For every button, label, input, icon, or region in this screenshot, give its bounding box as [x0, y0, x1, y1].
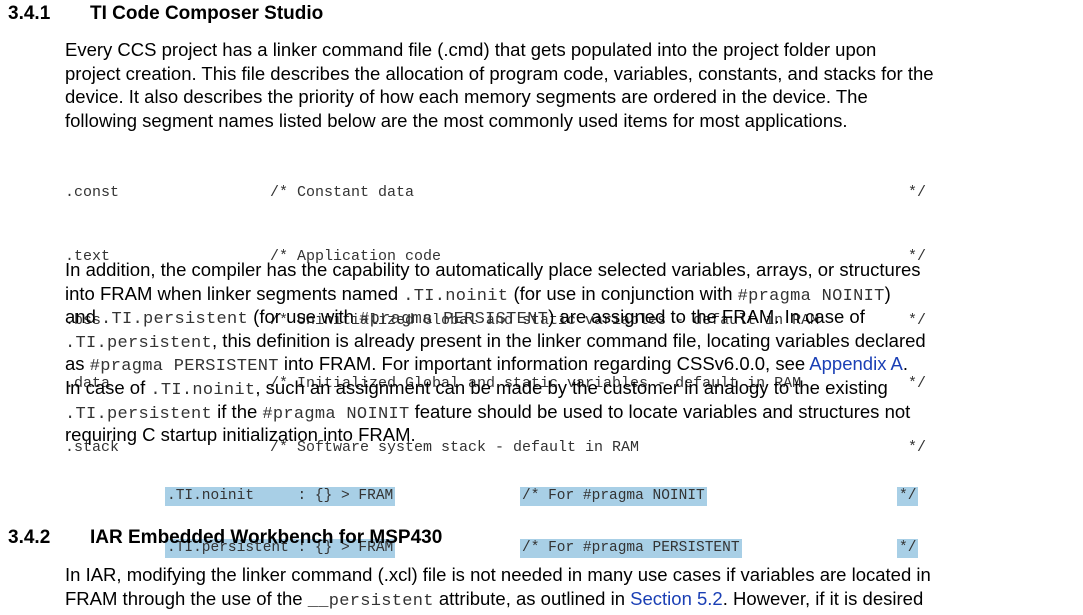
appendix-a-link[interactable]: Appendix A [809, 353, 903, 374]
paragraph-line: .TI.persistent, this definition is alrea… [65, 329, 1075, 353]
paragraph-line: requiring C startup initialization into … [65, 424, 416, 446]
paragraph-line: In IAR, modifying the linker command (.x… [65, 564, 931, 585]
segment-comment: /* Constant data [270, 184, 415, 202]
section-heading-3-4-1: 3.4.1 TI Code Composer Studio [8, 3, 323, 25]
paragraph-line: Every CCS project has a linker command f… [65, 39, 877, 60]
paragraph-line: device. It also describes the priority o… [65, 86, 868, 108]
section-title: IAR Embedded Workbench for MSP430 [90, 527, 443, 548]
paragraph-line: as #pragma PERSISTENT into FRAM. For imp… [65, 352, 1075, 376]
segment-name: .const [65, 184, 120, 202]
text: attribute, as outlined in [433, 587, 631, 609]
iar-paragraph: In IAR, modifying the linker command (.x… [65, 563, 1075, 611]
text: , such an assignment can be made by the … [255, 376, 888, 398]
inline-code: .TI.persistent [65, 404, 213, 424]
section-title: TI Code Composer Studio [90, 3, 324, 24]
inline-code: .TI.persistent [101, 310, 249, 330]
text: . However, if it is desired [722, 587, 924, 609]
inline-code: .TI.persistent [65, 333, 213, 353]
section-number: 3.4.2 [8, 527, 51, 548]
linker-comment: /* For #pragma NOINIT [520, 487, 707, 506]
code-row: .const /* Constant data */ [65, 182, 926, 203]
text: . [902, 353, 909, 375]
paragraph-line: In case of .TI.noinit, such an assignmen… [65, 376, 1075, 400]
inline-code: #pragma NOINIT [262, 404, 410, 424]
comment-end: */ [897, 539, 919, 558]
text: if the [212, 400, 263, 422]
inline-code: #pragma NOINIT [737, 286, 885, 306]
inline-code: __persistent [307, 591, 434, 611]
text: , this definition is already present in … [212, 329, 926, 351]
section-5-2-link[interactable]: Section 5.2 [630, 588, 723, 609]
linker-comment: /* For #pragma PERSISTENT [520, 539, 742, 558]
highlighted-code-block: .TI.noinit : {} > FRAM /* For #pragma NOI… [165, 455, 925, 575]
inline-code: .TI.noinit [403, 286, 509, 306]
text: and [65, 306, 102, 328]
inline-code: #pragma PERSISTENT [359, 310, 549, 330]
paragraph-line: into FRAM when linker segments named .TI… [65, 282, 1075, 306]
section-number: 3.4.1 [8, 3, 51, 24]
text: FRAM through the use of the [65, 587, 308, 609]
text: In case of [65, 376, 151, 398]
inline-code: #pragma PERSISTENT [89, 357, 279, 377]
paragraph-line: FRAM through the use of the __persistent… [65, 587, 1075, 611]
text: into FRAM when linker segments named [65, 282, 404, 304]
paragraph-line: and .TI.persistent (for use with #pragma… [65, 305, 1075, 329]
paragraph-line: project creation. This file describes th… [65, 62, 934, 84]
text: ) are assigned to the FRAM. In case of [548, 306, 865, 328]
text: into FRAM. For important information reg… [278, 353, 810, 375]
intro-paragraph: Every CCS project has a linker command f… [65, 38, 1075, 132]
comment-end: */ [897, 487, 919, 506]
inline-code: .TI.noinit [150, 380, 256, 400]
section-heading-3-4-2: 3.4.2 IAR Embedded Workbench for MSP430 [8, 527, 442, 549]
text: feature should be used to locate variabl… [409, 400, 911, 422]
code-row: .TI.noinit : {} > FRAM /* For #pragma NOI… [165, 487, 925, 507]
text: (for use with [248, 306, 360, 328]
linker-declaration: .TI.noinit : {} > FRAM [165, 487, 396, 506]
text: as [65, 353, 90, 375]
paragraph-line: .TI.persistent if the #pragma NOINIT fea… [65, 400, 1075, 424]
text: ) [884, 282, 891, 304]
paragraph-line: following segment names listed below are… [65, 109, 848, 131]
comment-end: */ [908, 184, 927, 202]
fram-paragraph: In addition, the compiler has the capabi… [65, 258, 1075, 447]
paragraph-line: In addition, the compiler has the capabi… [65, 259, 921, 280]
text: (for use in conjunction with [508, 282, 738, 304]
